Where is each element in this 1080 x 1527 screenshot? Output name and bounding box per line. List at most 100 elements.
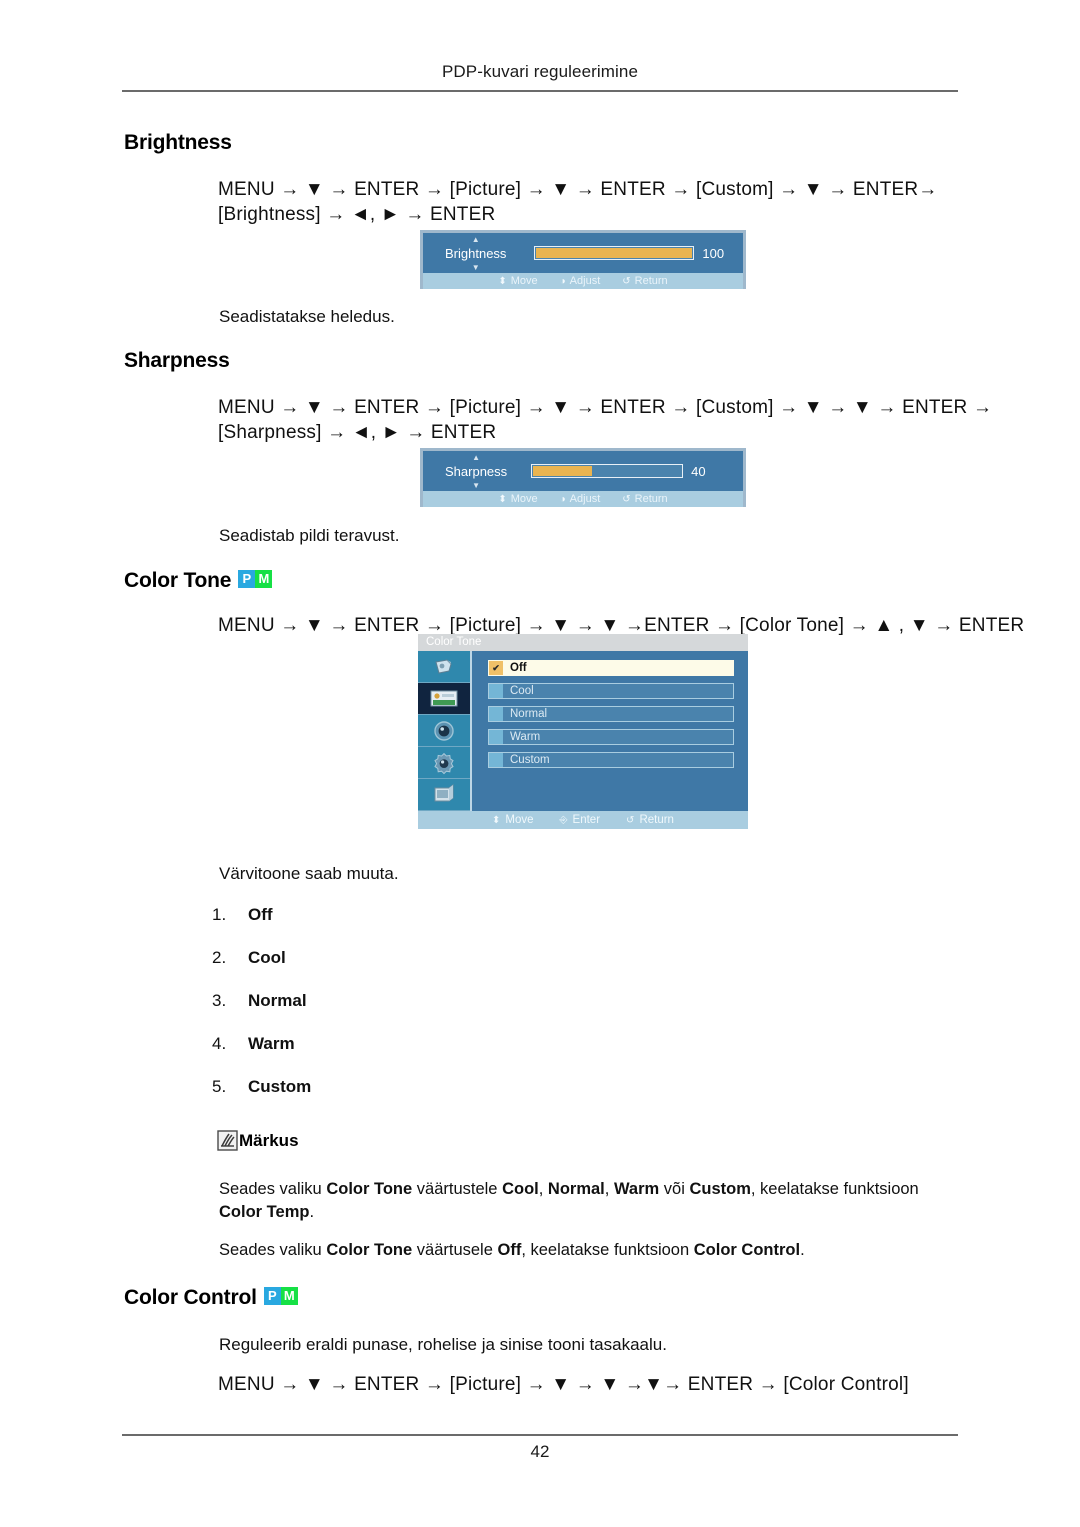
navpath-color-control: MENU → ▼ → ENTER → [Picture] → ▼ → ▼ →▼→… <box>218 1372 909 1397</box>
osd-sharpness-slider-track[interactable] <box>531 464 684 478</box>
osd-color-tone-options: ✔ Off Cool Normal Warm Custom <box>472 651 748 811</box>
heading-color-tone: Color Tone P M <box>124 567 273 593</box>
badge-group-color-tone: PM <box>238 567 273 591</box>
hint-return: ↺ Return <box>622 275 667 287</box>
hint-move: ⬍ Move <box>498 493 537 505</box>
hint-adjust-label: Adjust <box>569 493 601 505</box>
heading-sharpness-text: Sharpness <box>124 349 230 372</box>
osd-brightness-hintbar: ⬍ Move ◑ Adjust ↺ Return <box>423 273 743 289</box>
list-item: 5. Custom <box>212 1077 311 1120</box>
heading-color-control-text: Color Control <box>124 1286 257 1309</box>
navpath-sharpness-line1: MENU → ▼ → ENTER → [Picture] → ▼ → ENTER… <box>218 397 993 418</box>
badge-p-icon: P <box>238 570 256 589</box>
osd-option-cool[interactable]: Cool <box>488 683 734 699</box>
checkmark-icon: ✔ <box>489 661 503 675</box>
list-item-value: Custom <box>248 1077 312 1096</box>
document-page: PDP-kuvari reguleerimine Brightness MENU… <box>0 0 1080 1527</box>
checkbox-icon <box>489 730 503 744</box>
osd-brightness-slider-fill <box>536 248 693 258</box>
return-icon: ↺ <box>626 814 635 826</box>
checkbox-icon <box>489 753 503 767</box>
hint-return-label: Return <box>634 275 668 287</box>
description-brightness: Seadistatakse heledus. <box>219 307 395 326</box>
hint-move-label: Move <box>505 814 534 826</box>
list-item: 2. Cool <box>212 948 311 991</box>
hint-move: ⬍ Move <box>498 275 537 287</box>
move-updown-icon: ⬍ <box>498 275 507 287</box>
list-item-number: 4. <box>212 1034 227 1053</box>
adjust-leftright-icon: ◑ <box>559 493 566 505</box>
rail-item-picture-icon[interactable] <box>418 683 470 715</box>
navpath-color-control-line1: MENU → ▼ → ENTER → [Picture] → ▼ → ▼ →▼→… <box>218 1374 909 1395</box>
move-updown-icon: ⬍ <box>492 814 501 826</box>
navpath-brightness-line2: [Brightness] → ◄, ► → ENTER <box>218 204 496 225</box>
navpath-brightness-line1: MENU → ▼ → ENTER → [Picture] → ▼ → ENTER… <box>218 179 938 200</box>
navpath-sharpness-line2: [Sharpness] → ◄, ► → ENTER <box>218 422 497 443</box>
osd-option-warm[interactable]: Warm <box>488 729 734 745</box>
list-item-value: Normal <box>248 991 307 1010</box>
caret-down-icon: ▼ <box>472 480 481 490</box>
navpath-sharpness: MENU → ▼ → ENTER → [Picture] → ▼ → ENTER… <box>218 395 992 445</box>
list-item-number: 3. <box>212 991 227 1010</box>
list-item-value: Off <box>248 905 273 924</box>
badge-p-icon: P <box>263 1287 281 1306</box>
osd-color-tone-panel: Color Tone ✔ Off Cool Normal Warm Custom… <box>418 634 748 829</box>
osd-color-tone-title: Color Tone <box>418 634 748 651</box>
list-item: 1. Off <box>212 905 311 948</box>
osd-sharpness-panel: ▲ Sharpness ▼ 40 ⬍ Move ◑ Adjust ↺ Retur… <box>420 448 746 507</box>
list-item-number: 5. <box>212 1077 227 1096</box>
osd-option-off[interactable]: ✔ Off <box>488 660 734 676</box>
page-header-title: PDP-kuvari reguleerimine <box>441 62 639 81</box>
osd-color-tone-hintbar: ⬍ Move ⎆ Enter ↺ Return <box>418 811 748 829</box>
color-tone-option-list: 1. Off 2. Cool 3. Normal 4. Warm 5. Custom <box>212 905 311 1120</box>
description-color-tone: Värvitoone saab muuta. <box>219 864 399 883</box>
osd-option-normal[interactable]: Normal <box>488 706 734 722</box>
osd-brightness-label-wrap: ▲ Brightness ▼ <box>445 235 507 271</box>
badge-group-color-control: PM <box>263 1284 298 1308</box>
page-number: 42 <box>530 1442 550 1461</box>
enter-key-icon: ⎆ <box>559 814 568 826</box>
navpath-brightness: MENU → ▼ → ENTER → [Picture] → ▼ → ENTER… <box>218 177 938 227</box>
osd-option-label: Normal <box>510 708 548 720</box>
osd-option-label: Off <box>510 662 527 674</box>
heading-color-control: Color Control P M <box>124 1284 298 1310</box>
adjust-leftright-icon: ◑ <box>559 275 566 287</box>
list-item-value: Cool <box>248 948 286 967</box>
osd-option-label: Cool <box>510 685 534 697</box>
hint-return-label: Return <box>634 493 668 505</box>
list-item-number: 1. <box>212 905 227 924</box>
note-pencil-icon <box>217 1130 238 1151</box>
osd-option-label: Warm <box>510 731 541 743</box>
osd-brightness-label: Brightness <box>445 245 507 261</box>
osd-sharpness-body: ▲ Sharpness ▼ 40 <box>423 451 743 491</box>
osd-sharpness-label-wrap: ▲ Sharpness ▼ <box>445 453 507 489</box>
rail-item-input-source-icon[interactable] <box>418 651 470 683</box>
checkbox-icon <box>489 684 503 698</box>
osd-sharpness-value: 40 <box>691 463 706 479</box>
rail-item-setup-icon[interactable] <box>418 747 470 779</box>
list-item-value: Warm <box>248 1034 295 1053</box>
list-item: 3. Normal <box>212 991 311 1034</box>
caret-down-icon: ▼ <box>471 262 480 272</box>
description-color-control: Reguleerib eraldi punase, rohelise ja si… <box>219 1335 667 1354</box>
hint-move-label: Move <box>510 493 538 505</box>
osd-category-rail <box>418 651 472 811</box>
osd-option-custom[interactable]: Custom <box>488 752 734 768</box>
heading-color-tone-text: Color Tone <box>124 569 232 592</box>
hint-adjust-label: Adjust <box>569 275 601 287</box>
return-icon: ↺ <box>622 275 631 287</box>
hint-move: ⬍ Move <box>492 814 534 826</box>
footer-divider <box>122 1434 958 1436</box>
osd-brightness-slider-track[interactable] <box>534 246 695 260</box>
osd-brightness-panel: ▲ Brightness ▼ 100 ⬍ Move ◑ Adjust ↺ Ret… <box>420 230 746 289</box>
rail-item-multi-control-icon[interactable] <box>418 779 470 811</box>
hint-adjust: ◑ Adjust <box>560 493 601 505</box>
osd-sharpness-slider-fill <box>533 466 593 476</box>
move-updown-icon: ⬍ <box>498 493 507 505</box>
note-paragraph-1: Seades valiku Color Tone väärtustele Coo… <box>219 1180 919 1221</box>
heading-brightness-text: Brightness <box>124 131 232 154</box>
note-header: Märkus <box>217 1130 299 1151</box>
caret-up-icon: ▲ <box>471 234 480 244</box>
badge-m-icon: M <box>255 570 273 589</box>
rail-item-sound-icon[interactable] <box>418 715 470 747</box>
